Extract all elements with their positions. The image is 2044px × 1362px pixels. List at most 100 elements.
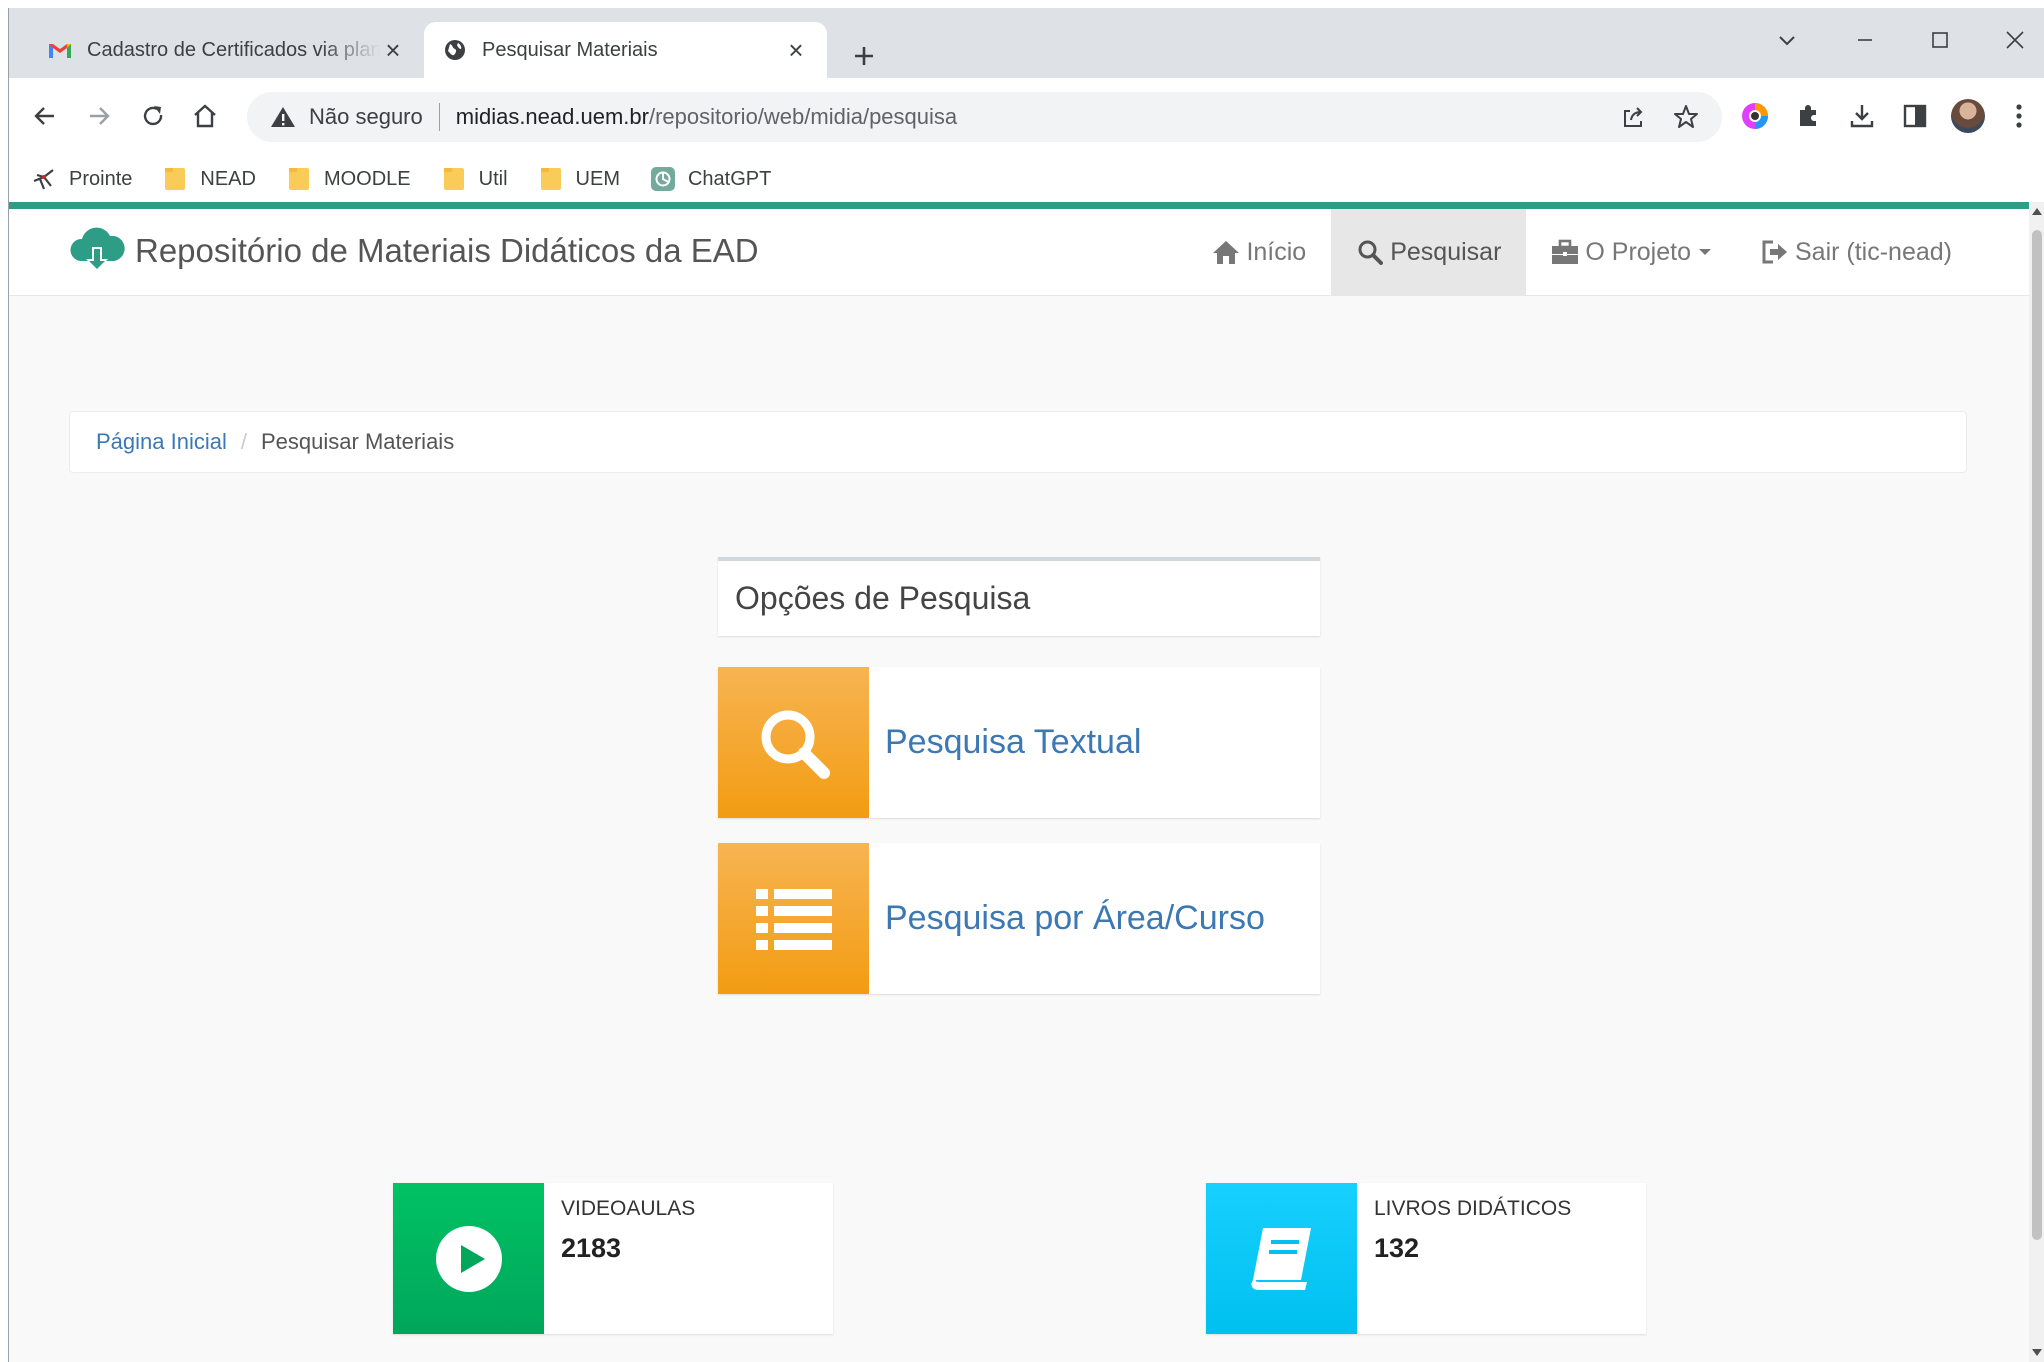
bookmark-chatgpt[interactable]: ChatGPT — [650, 166, 771, 192]
side-panel-icon — [1903, 104, 1927, 128]
close-icon — [2006, 31, 2024, 49]
address-bar[interactable]: Não seguro midias.nead.uem.br /repositor… — [247, 92, 1722, 142]
nav-sair[interactable]: Sair (tic-nead) — [1736, 209, 1977, 295]
downloads-button[interactable] — [1842, 96, 1882, 136]
option-label[interactable]: Pesquisa Textual — [885, 723, 1141, 762]
color-wheel-icon — [1742, 103, 1768, 129]
close-icon[interactable]: × — [783, 35, 809, 65]
stat-videoaulas[interactable]: VIDEOAULAS 2183 — [393, 1183, 833, 1334]
plus-icon — [855, 47, 873, 65]
breadcrumb: Página Inicial / Pesquisar Materiais — [69, 411, 1967, 473]
scrollbar-thumb[interactable] — [2032, 230, 2042, 1240]
profile-button[interactable] — [1948, 96, 1988, 136]
bookmark-nead[interactable]: NEAD — [162, 166, 256, 192]
back-button[interactable] — [25, 96, 65, 136]
bookmark-util[interactable]: Util — [441, 166, 508, 192]
browser-window: Cadastro de Certificados via planilha × … — [8, 8, 2044, 1362]
warning-icon — [269, 103, 297, 131]
breadcrumb-separator: / — [240, 429, 247, 454]
puzzle-icon — [1800, 105, 1816, 126]
bookmark-label: MOODLE — [323, 167, 411, 190]
page-scrollbar[interactable] — [2029, 202, 2044, 1362]
close-window-button[interactable] — [1995, 20, 2035, 60]
more-vertical-icon — [2016, 104, 2022, 128]
scroll-up-arrow[interactable] — [2032, 208, 2042, 215]
book-icon — [1206, 1183, 1357, 1334]
list-icon — [718, 843, 869, 994]
close-icon[interactable]: × — [380, 35, 406, 65]
folder-icon — [538, 166, 564, 192]
bookmark-uem[interactable]: UEM — [538, 166, 620, 192]
maximize-button[interactable] — [1920, 20, 1960, 60]
minimize-button[interactable] — [1845, 20, 1885, 60]
download-icon — [1850, 105, 1874, 128]
nav-inicio[interactable]: Início — [1187, 209, 1331, 295]
nav-pesquisar[interactable]: Pesquisar — [1331, 209, 1527, 295]
home-icon — [194, 104, 216, 128]
share-icon[interactable] — [1619, 103, 1647, 131]
security-label[interactable]: Não seguro — [309, 104, 423, 130]
reload-button[interactable] — [133, 96, 173, 136]
scroll-down-arrow[interactable] — [2032, 1349, 2042, 1356]
forward-button[interactable] — [79, 96, 119, 136]
nav-label: Sair (tic-nead) — [1795, 237, 1952, 266]
menu-button[interactable] — [1999, 96, 2039, 136]
panel-title: Opções de Pesquisa — [735, 580, 1031, 616]
search-icon — [718, 667, 869, 818]
arrow-right-icon — [90, 107, 110, 125]
side-panel-button[interactable] — [1895, 96, 1935, 136]
home-button[interactable] — [185, 96, 225, 136]
nav-o-projeto[interactable]: O Projeto — [1526, 209, 1736, 295]
nav-label: O Projeto — [1585, 237, 1691, 266]
tab-gmail[interactable]: Cadastro de Certificados via planilha × — [29, 22, 424, 78]
tab-title: Cadastro de Certificados via planilha — [87, 38, 380, 61]
bookmark-moodle[interactable]: MOODLE — [286, 166, 411, 192]
new-tab-button[interactable] — [844, 36, 884, 76]
bookmark-label: UEM — [575, 167, 620, 190]
search-icon — [1356, 238, 1384, 266]
address-separator — [438, 103, 440, 131]
avatar — [1951, 99, 1985, 133]
play-circle-icon — [393, 1183, 544, 1334]
maximize-icon — [1932, 32, 1948, 48]
tab-search-button[interactable] — [1767, 20, 1807, 60]
bookmark-label: Util — [478, 167, 508, 190]
caret-down-icon — [1699, 249, 1711, 255]
stat-content: LIVROS DIDÁTICOS 132 — [1357, 1183, 1571, 1334]
option-pesquisa-area-curso[interactable]: Pesquisa por Área/Curso — [718, 843, 1320, 994]
home-icon — [1212, 238, 1240, 266]
tab-title: Pesquisar Materiais — [482, 38, 658, 61]
stat-content: VIDEOAULAS 2183 — [544, 1183, 695, 1334]
site-nav-menu: Início Pesquisar O Projeto Sair (tic-nea… — [1187, 209, 1977, 295]
bookmark-prointe[interactable]: Prointe — [31, 166, 132, 192]
stat-livros-didaticos[interactable]: LIVROS DIDÁTICOS 132 — [1206, 1183, 1646, 1334]
extensions-button[interactable] — [1788, 96, 1828, 136]
url-host: midias.nead.uem.br — [455, 104, 649, 129]
star-icon[interactable] — [1672, 103, 1700, 131]
browser-toolbar: Não seguro midias.nead.uem.br /repositor… — [9, 78, 2044, 156]
brand-title: Repositório de Materiais Didáticos da EA… — [135, 232, 759, 269]
stat-label: LIVROS DIDÁTICOS — [1374, 1197, 1572, 1220]
site-navbar: Repositório de Materiais Didáticos da EA… — [9, 209, 2029, 296]
nav-label: Início — [1246, 237, 1307, 266]
cloud-download-icon — [70, 227, 125, 271]
bookmarks-bar: Prointe NEAD MOODLE Util UEM ChatGPT — [9, 156, 2044, 202]
color-extension-button[interactable] — [1735, 96, 1775, 136]
folder-icon — [441, 166, 467, 192]
stat-value: 132 — [1374, 1233, 1420, 1263]
breadcrumb-home-link[interactable]: Página Inicial — [96, 429, 227, 455]
stat-value: 2183 — [561, 1233, 622, 1263]
option-pesquisa-textual[interactable]: Pesquisa Textual — [718, 667, 1320, 818]
briefcase-icon — [1551, 238, 1579, 266]
option-label[interactable]: Pesquisa por Área/Curso — [885, 899, 1265, 938]
accent-line — [9, 202, 2029, 209]
logout-icon — [1761, 238, 1789, 266]
chevron-down-icon — [1779, 36, 1795, 46]
folder-icon — [286, 166, 312, 192]
chatgpt-icon — [650, 166, 676, 192]
arrow-left-icon — [34, 107, 54, 125]
breadcrumb-current: Pesquisar Materiais — [261, 429, 455, 454]
globe-icon — [442, 37, 468, 63]
brand-link[interactable]: Repositório de Materiais Didáticos da EA… — [67, 215, 759, 287]
tab-pesquisar-materiais[interactable]: Pesquisar Materiais × — [424, 22, 827, 78]
